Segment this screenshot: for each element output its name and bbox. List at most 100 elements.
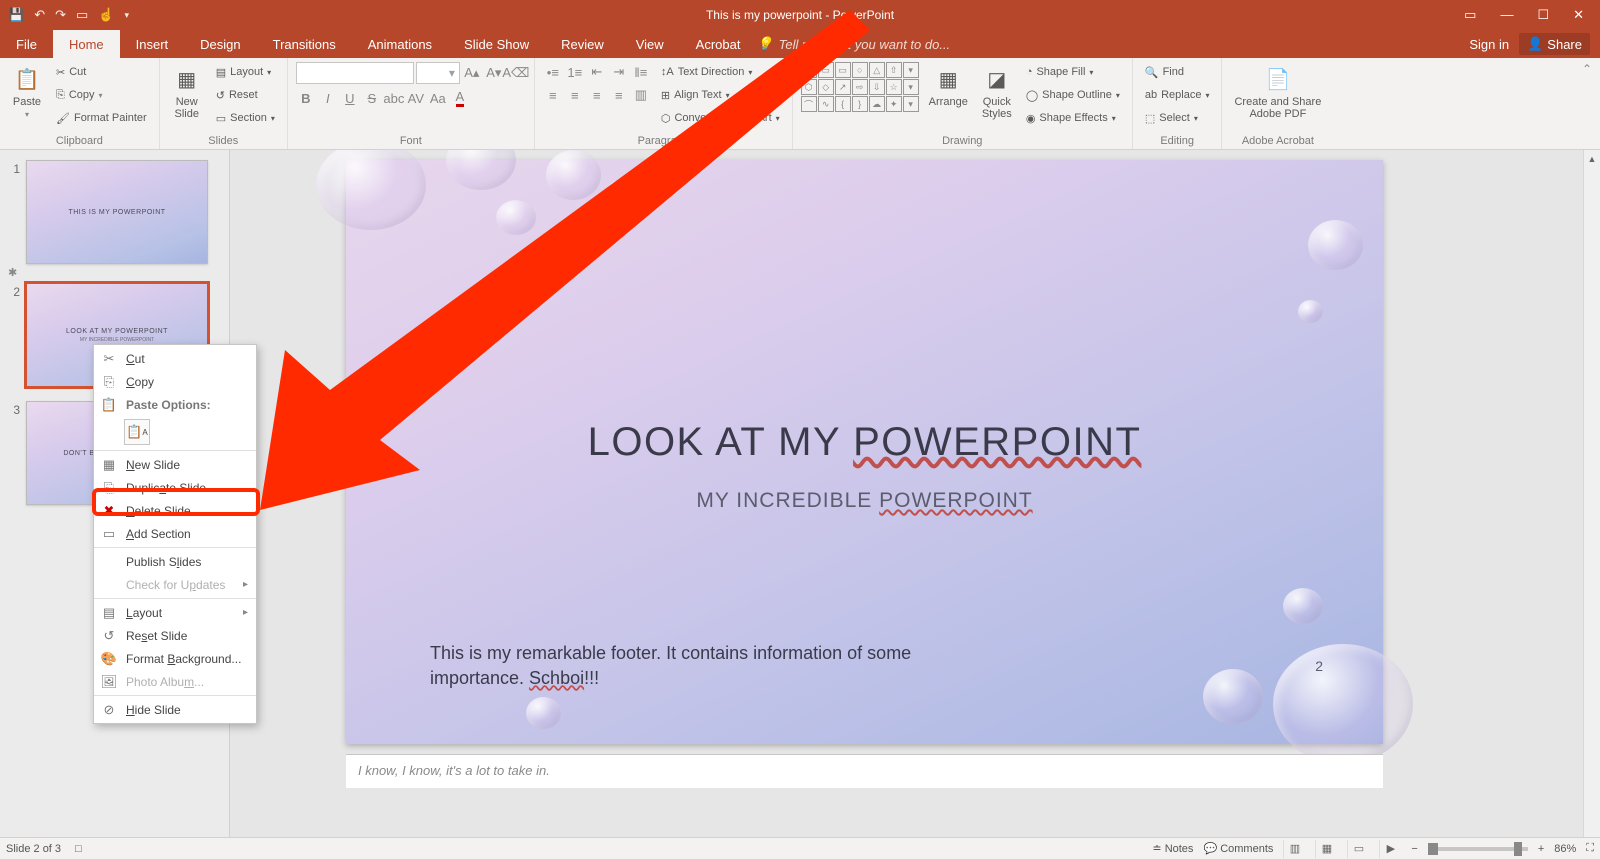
ctx-add-section[interactable]: ▭Add Section (94, 522, 256, 545)
arrange-button[interactable]: ▦Arrange (925, 62, 972, 110)
tell-me[interactable]: 💡 Tell me what you want to do... (756, 30, 950, 58)
section-button[interactable]: ▭Section▾ (212, 108, 279, 128)
undo-icon[interactable]: ↶ (34, 7, 45, 23)
tab-design[interactable]: Design (184, 30, 256, 58)
zoom-out-icon[interactable]: − (1411, 843, 1417, 855)
copy-button[interactable]: ⎘Copy▾ (52, 85, 151, 105)
sign-in-link[interactable]: Sign in (1469, 37, 1509, 52)
increase-font-icon[interactable]: A▴ (462, 63, 482, 83)
smartart-button[interactable]: ⬡Convert to SmartArt▾ (657, 108, 784, 128)
layout-button[interactable]: ▤Layout▾ (212, 62, 279, 82)
normal-view-icon[interactable]: ▥ (1283, 840, 1305, 858)
status-spellcheck-icon[interactable]: □ (75, 843, 82, 855)
redo-icon[interactable]: ↷ (55, 7, 66, 23)
maximize-icon[interactable]: ☐ (1537, 7, 1549, 23)
shadow-icon[interactable]: abc (384, 88, 404, 108)
tab-review[interactable]: Review (545, 30, 620, 58)
close-icon[interactable]: ✕ (1573, 7, 1584, 23)
inc-indent-icon[interactable]: ⇥ (609, 62, 629, 82)
clear-format-icon[interactable]: A⌫ (506, 63, 526, 83)
spacing-icon[interactable]: AV (406, 88, 426, 108)
shape-fill-button[interactable]: ◔Shape Fill▾ (1022, 62, 1124, 82)
zoom-slider[interactable] (1428, 847, 1528, 851)
quick-styles-button[interactable]: ◪Quick Styles (978, 62, 1016, 122)
justify-icon[interactable]: ≡ (609, 85, 629, 105)
zoom-in-icon[interactable]: + (1538, 843, 1544, 855)
paste-keep-formatting[interactable]: 📋A (124, 419, 150, 445)
font-color-icon[interactable]: A (450, 88, 470, 108)
select-button[interactable]: ⬚Select▾ (1141, 108, 1214, 128)
font-size-combo[interactable]: ▾ (416, 62, 460, 84)
decrease-font-icon[interactable]: A▾ (484, 63, 504, 83)
align-center-icon[interactable]: ≡ (565, 85, 585, 105)
thumbnail-1[interactable]: 1 THIS IS MY POWERPOINT (0, 156, 229, 274)
cut-button[interactable]: ✂Cut (52, 62, 151, 82)
ctx-cut[interactable]: ✂Cut (94, 347, 256, 370)
touch-mode-icon[interactable]: ☝ (98, 7, 114, 23)
ctx-new-slide[interactable]: ▦New Slide (94, 453, 256, 476)
vertical-scrollbar[interactable]: ▲ (1583, 150, 1600, 837)
display-options-icon[interactable]: ▭ (1464, 7, 1476, 23)
tab-file[interactable]: File (0, 30, 53, 58)
slideshow-view-icon[interactable]: ▶ (1379, 840, 1401, 858)
tab-insert[interactable]: Insert (120, 30, 185, 58)
columns-icon[interactable]: ▥ (631, 85, 651, 105)
tab-acrobat[interactable]: Acrobat (680, 30, 757, 58)
share-button[interactable]: 👤Share (1519, 33, 1590, 55)
ctx-hide-slide[interactable]: ⊘Hide Slide (94, 698, 256, 721)
line-spacing-icon[interactable]: ‖≡ (631, 62, 651, 82)
fit-to-window-icon[interactable]: ⛶ (1586, 842, 1594, 855)
case-icon[interactable]: Aa (428, 88, 448, 108)
ctx-format-background[interactable]: 🎨Format Background... (94, 647, 256, 670)
tab-view[interactable]: View (620, 30, 680, 58)
tab-animations[interactable]: Animations (352, 30, 448, 58)
slide-footer[interactable]: This is my remarkable footer. It contain… (430, 641, 990, 690)
collapse-ribbon-icon[interactable]: ⌃ (1574, 58, 1600, 149)
reading-view-icon[interactable]: ▭ (1347, 840, 1369, 858)
shape-outline-button[interactable]: ◯Shape Outline▾ (1022, 85, 1124, 105)
start-from-beginning-icon[interactable]: ▭ (76, 7, 88, 23)
align-right-icon[interactable]: ≡ (587, 85, 607, 105)
comments-button[interactable]: 💬 Comments (1203, 842, 1273, 855)
bold-icon[interactable]: B (296, 88, 316, 108)
slide-title[interactable]: LOOK AT MY POWERPOINT (588, 420, 1142, 465)
notes-pane[interactable]: I know, I know, it's a lot to take in. (346, 754, 1383, 788)
underline-icon[interactable]: U (340, 88, 360, 108)
align-text-button[interactable]: ⊞Align Text▾ (657, 85, 784, 105)
zoom-level[interactable]: 86% (1554, 843, 1576, 855)
dec-indent-icon[interactable]: ⇤ (587, 62, 607, 82)
font-name-combo[interactable] (296, 62, 414, 84)
scroll-up-icon[interactable]: ▲ (1584, 150, 1600, 167)
ctx-copy[interactable]: ⎘Copy (94, 370, 256, 393)
numbering-icon[interactable]: 1≡ (565, 62, 585, 82)
paste-button[interactable]: 📋 Paste ▾ (8, 62, 46, 121)
ctx-duplicate-slide[interactable]: ⎘Duplicate Slide (94, 476, 256, 499)
italic-icon[interactable]: I (318, 88, 338, 108)
format-painter-button[interactable]: 🖌Format Painter (52, 108, 151, 128)
tab-home[interactable]: Home (53, 30, 120, 58)
ctx-layout[interactable]: ▤Layout▸ (94, 601, 256, 624)
bullets-icon[interactable]: •≡ (543, 62, 563, 82)
adobe-pdf-button[interactable]: 📄Create and Share Adobe PDF (1230, 62, 1325, 122)
text-direction-button[interactable]: ↕AText Direction▾ (657, 62, 784, 82)
find-button[interactable]: 🔍Find (1141, 62, 1214, 82)
save-icon[interactable]: 💾 (8, 7, 24, 23)
ctx-delete-slide[interactable]: ✖Delete Slide (94, 499, 256, 522)
tab-slideshow[interactable]: Slide Show (448, 30, 545, 58)
shapes-gallery[interactable]: ╲▭▭○△⇧▾ ⬡◇↗⇨⇩☆▾ ⌒∿{}☁✦▾ (801, 62, 919, 112)
notes-button[interactable]: ≐ Notes (1152, 842, 1193, 855)
replace-button[interactable]: abReplace▾ (1141, 85, 1214, 105)
slide-subtitle[interactable]: MY INCREDIBLE POWERPOINT (696, 489, 1032, 513)
align-left-icon[interactable]: ≡ (543, 85, 563, 105)
shape-effects-button[interactable]: ◉Shape Effects▾ (1022, 108, 1124, 128)
qat-more-icon[interactable]: ▾ (124, 10, 129, 21)
reset-button[interactable]: ↺Reset (212, 85, 279, 105)
strike-icon[interactable]: S (362, 88, 382, 108)
sorter-view-icon[interactable]: ▦ (1315, 840, 1337, 858)
slide[interactable]: LOOK AT MY POWERPOINT MY INCREDIBLE POWE… (346, 160, 1383, 744)
ctx-reset-slide[interactable]: ↺Reset Slide (94, 624, 256, 647)
ctx-publish-slides[interactable]: Publish Slides (94, 550, 256, 573)
new-slide-button[interactable]: ▦ New Slide (168, 62, 206, 122)
minimize-icon[interactable]: — (1500, 7, 1513, 23)
tab-transitions[interactable]: Transitions (257, 30, 352, 58)
